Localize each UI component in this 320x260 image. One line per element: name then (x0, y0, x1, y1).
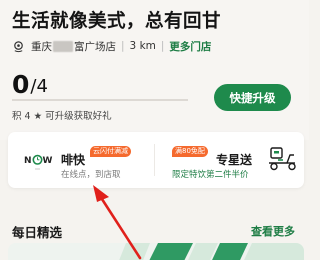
store-name-redacted (53, 40, 73, 52)
upgrade-hint: 积 4 ★ 可升级获取好礼 (12, 111, 112, 122)
separator: | (121, 40, 125, 52)
pickup-subtitle: 在线点，到店取 (61, 170, 121, 180)
service-card: N W 啡快 在线点，到店取 云闪付满减 满80免配 专星送 限定特饮第二件半价 (8, 132, 304, 188)
banner-pattern (8, 243, 304, 260)
scooter-icon (269, 147, 296, 171)
star-total: /4 (30, 76, 48, 97)
store-selector[interactable]: 重庆 富广场店 | 3 km | 更多门店 (12, 38, 211, 54)
now-logo-icon: N W (24, 154, 53, 170)
store-name: 富广场店 (74, 40, 116, 53)
page-slogan: 生活就像美式，总有回甘 (12, 11, 222, 32)
star-counter: 0 /4 (12, 72, 48, 98)
quick-upgrade-button[interactable]: 快捷升级 (214, 84, 291, 111)
more-stores-link[interactable]: 更多门店 (169, 39, 211, 54)
pickup-service[interactable]: N W 啡快 在线点，到店取 云闪付满减 (8, 132, 153, 188)
delivery-subtitle: 限定特饮第二件半价 (172, 170, 249, 180)
pickup-promo-tag: 云闪付满减 (90, 146, 131, 157)
pickup-title: 啡快 (61, 153, 86, 167)
store-city: 重庆 (31, 40, 52, 53)
delivery-title: 专星送 (216, 153, 253, 167)
svg-text:W: W (43, 156, 53, 166)
location-pin-icon (14, 40, 23, 52)
star-count: 0 (12, 70, 30, 99)
delivery-promo-tag: 满80免配 (172, 146, 208, 157)
separator: | (160, 40, 165, 52)
star-progress-bar (12, 99, 188, 101)
store-distance: 3 km (129, 40, 156, 52)
service-divider (154, 144, 155, 176)
delivery-service[interactable]: 满80免配 专星送 限定特饮第二件半价 (157, 132, 304, 188)
see-more-link[interactable]: 查看更多 (251, 223, 295, 239)
daily-picks-title: 每日精选 (12, 225, 63, 240)
svg-text:N: N (24, 156, 32, 166)
daily-picks-banner[interactable] (8, 243, 304, 260)
